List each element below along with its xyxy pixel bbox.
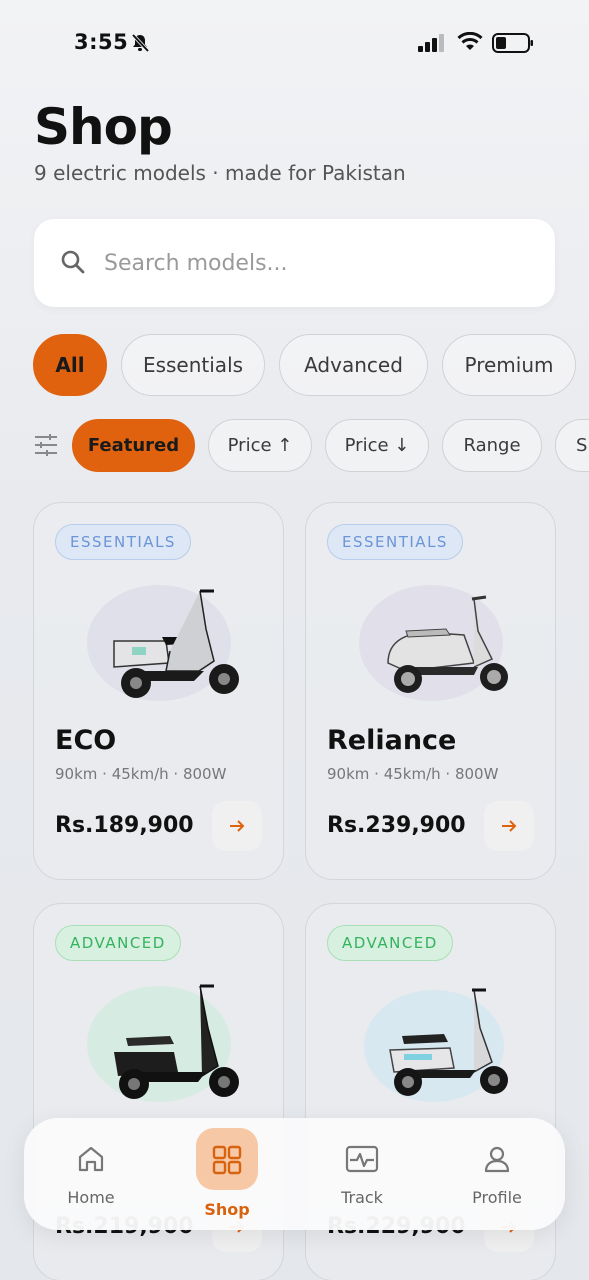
tier-badge: ESSENTIALS	[327, 524, 463, 560]
product-price: Rs.239,900	[327, 813, 466, 838]
tier-badge: ADVANCED	[55, 925, 181, 961]
bell-off-icon	[131, 33, 150, 53]
sort-chip-more[interactable]: S	[555, 419, 589, 472]
home-icon	[78, 1146, 104, 1172]
product-specs: 90km · 45km/h · 800W	[55, 765, 227, 783]
nav-item-shop[interactable]: Shop	[172, 1118, 282, 1230]
view-product-button[interactable]	[484, 801, 534, 851]
product-card-reliance[interactable]: ESSENTIALS Reliance 90km · 45km/h · 800W…	[305, 502, 556, 880]
sort-chip-range[interactable]: Range	[442, 419, 542, 472]
view-product-button[interactable]	[212, 801, 262, 851]
wifi-icon	[457, 32, 483, 50]
grid-icon	[212, 1145, 242, 1175]
cellular-signal-icon	[418, 34, 444, 52]
scooter-image	[87, 585, 239, 701]
nav-item-track[interactable]: Track	[307, 1118, 417, 1230]
status-time: 3:55	[74, 30, 129, 54]
nav-label-home: Home	[67, 1188, 115, 1207]
bottom-nav: Home Shop Track Profile	[24, 1118, 565, 1230]
nav-label-profile: Profile	[472, 1188, 522, 1207]
tier-badge: ADVANCED	[327, 925, 453, 961]
scooter-image	[359, 585, 508, 701]
profile-icon	[484, 1146, 510, 1173]
page-subtitle: 9 electric models · made for Pakistan	[34, 161, 406, 185]
search-icon	[61, 250, 85, 274]
category-chip-advanced[interactable]: Advanced	[279, 334, 428, 396]
product-card-eco[interactable]: ESSENTIALS ECO 90km · 45km/h · 800W Rs.1…	[33, 502, 284, 880]
status-bar: 3:55	[0, 0, 589, 88]
arrow-right-icon	[502, 820, 517, 832]
scooter-image	[364, 988, 508, 1102]
category-chip-all[interactable]: All	[33, 334, 107, 396]
nav-item-profile[interactable]: Profile	[442, 1118, 552, 1230]
sort-chip-price-desc[interactable]: Price ↓	[325, 419, 429, 472]
battery-icon	[492, 33, 533, 53]
category-chip-essentials[interactable]: Essentials	[121, 334, 265, 396]
track-activity-icon	[345, 1145, 379, 1173]
scooter-image	[87, 984, 239, 1102]
filter-sliders-icon[interactable]	[34, 434, 58, 456]
nav-item-home[interactable]: Home	[36, 1118, 146, 1230]
arrow-right-icon	[230, 820, 245, 832]
search-input[interactable]	[104, 245, 524, 281]
nav-label-shop: Shop	[204, 1200, 250, 1219]
nav-label-track: Track	[341, 1188, 383, 1207]
product-specs: 90km · 45km/h · 800W	[327, 765, 499, 783]
product-price: Rs.189,900	[55, 813, 194, 838]
search-bar[interactable]	[34, 219, 555, 307]
product-name: ECO	[55, 725, 117, 756]
sort-chip-price-asc[interactable]: Price ↑	[208, 419, 312, 472]
product-name: Reliance	[327, 725, 457, 756]
tier-badge: ESSENTIALS	[55, 524, 191, 560]
category-chip-premium[interactable]: Premium	[442, 334, 576, 396]
sort-chip-featured[interactable]: Featured	[72, 419, 195, 472]
page-title: Shop	[34, 98, 173, 156]
